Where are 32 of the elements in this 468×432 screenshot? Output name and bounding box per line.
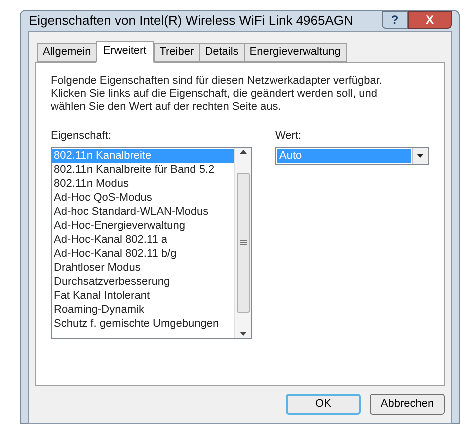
- tab[interactable]: Details: [199, 42, 245, 62]
- cancel-button[interactable]: Abbrechen: [370, 394, 445, 414]
- window-title: Eigenschaften von Intel(R) Wireless WiFi Link 4965AGN: [28, 12, 354, 30]
- list-item[interactable]: Ad-Hoc-Energieverwaltung: [52, 218, 234, 232]
- list-item[interactable]: Durchsatzverbesserung: [52, 274, 234, 288]
- list-item[interactable]: Ad-Hoc-Kanal 802.11 b/g: [52, 246, 234, 260]
- list-item[interactable]: Ad-Hoc QoS-Modus: [52, 190, 234, 204]
- help-button[interactable]: ?: [382, 11, 408, 29]
- list-item[interactable]: Schutz f. gemischte Umgebungen: [52, 316, 234, 330]
- list-item[interactable]: Fat Kanal Intolerant: [52, 288, 234, 302]
- list-item[interactable]: 802.11n Modus: [52, 176, 234, 190]
- close-button[interactable]: X: [408, 11, 452, 29]
- scroll-down-icon[interactable]: [240, 332, 247, 336]
- list-item[interactable]: 802.11n Kanalbreite für Band 5.2: [52, 162, 234, 176]
- dropdown-arrow-icon[interactable]: [417, 154, 424, 158]
- list-item[interactable]: Drahtloser Modus: [52, 260, 234, 274]
- value-label: Wert:: [275, 128, 303, 144]
- tab[interactable]: Treiber: [154, 42, 200, 62]
- list-item[interactable]: Ad-Hoc-Kanal 802.11 a: [52, 232, 234, 246]
- property-listbox[interactable]: [51, 146, 252, 338]
- ok-button[interactable]: OK: [286, 394, 361, 414]
- tab[interactable]: Allgemein: [37, 42, 98, 62]
- scrollbar[interactable]: [234, 148, 252, 338]
- tab[interactable]: Energieverwaltung: [244, 42, 347, 62]
- scroll-up-icon[interactable]: [240, 150, 247, 154]
- property-label: Eigenschaft:: [51, 128, 113, 144]
- list-item[interactable]: Ad-hoc Standard-WLAN-Modus: [52, 204, 234, 218]
- description-text: Folgende Eigenschaften sind für diesen Netzwerkadapter verfügbar. Klicken Sie links auf die Eigenschaft, die geändert werden soll, und wählen Sie den Wert auf der rechten Seite aus.: [51, 74, 384, 114]
- tab[interactable]: Erweitert: [96, 40, 154, 62]
- selected-value: Auto: [277, 148, 411, 162]
- scroll-thumb[interactable]: [236, 172, 250, 312]
- list-item[interactable]: Roaming-Dynamik: [52, 302, 234, 316]
